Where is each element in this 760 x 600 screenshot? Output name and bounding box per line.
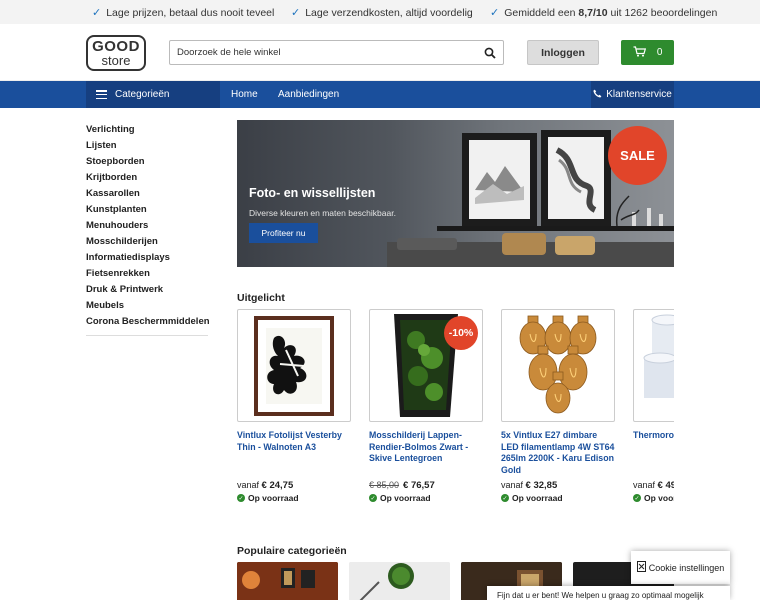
nav-offers[interactable]: Aanbiedingen <box>278 89 339 100</box>
search-input[interactable] <box>170 41 477 64</box>
sale-badge: SALE <box>608 126 667 185</box>
product-card[interactable]: Thermorol 50 rl/ds vanaf € 49, ✓Op voorr… <box>633 309 674 503</box>
usp-item: ✓ Lage verzendkosten, altijd voordelig <box>291 6 473 20</box>
product-card[interactable]: 5x Vintlux E27 dimbare LED filamentlamp … <box>501 309 615 503</box>
sidebar-item-kassarollen[interactable]: Kassarollen <box>86 188 208 204</box>
cookie-settings-button[interactable]: Cookie instellingen <box>631 551 730 584</box>
product-price: vanaf € 49, <box>633 480 674 491</box>
search-icon[interactable] <box>477 41 503 64</box>
cart-count: 0 <box>656 47 663 58</box>
sidebar-item-corona[interactable]: Corona Beschermmiddelen <box>86 316 210 332</box>
product-image[interactable] <box>237 309 351 422</box>
product-image[interactable] <box>633 309 674 422</box>
usp-bar: ✓ Lage prijzen, betaal dus nooit teveel … <box>0 0 760 24</box>
stock-status: ✓Op voorraad <box>633 493 674 503</box>
product-card[interactable]: Vintlux Fotolijst Vesterby Thin - Walnot… <box>237 309 351 503</box>
featured-title: Uitgelicht <box>237 292 285 304</box>
featured-products: Vintlux Fotolijst Vesterby Thin - Walnot… <box>237 309 674 509</box>
main-nav: Categorieën Home Aanbiedingen Klantenser… <box>0 81 760 108</box>
cart-icon <box>633 45 646 60</box>
product-name[interactable]: Thermorol 50 rl/ds <box>633 430 674 476</box>
hero-banner[interactable]: SALE Foto- en wissellijsten Diverse kleu… <box>237 120 674 267</box>
product-price: vanaf € 32,85 <box>501 480 558 491</box>
check-icon: ✓ <box>92 7 102 19</box>
product-name[interactable]: 5x Vintlux E27 dimbare LED filamentlamp … <box>501 430 615 476</box>
check-icon: ✓ <box>291 7 301 19</box>
stock-status: ✓Op voorraad <box>369 493 431 503</box>
nav-home[interactable]: Home <box>231 89 258 100</box>
logo[interactable]: GOOD store <box>86 35 146 71</box>
cookie-icon <box>636 561 646 574</box>
cookie-banner: Fijn dat u er bent! We helpen u graag zo… <box>487 586 730 600</box>
in-stock-icon: ✓ <box>369 494 377 502</box>
product-price: € 85,00 € 76,57 <box>369 480 435 491</box>
header: GOOD store Inloggen 0 <box>0 24 760 81</box>
sidebar-item-druk-printwerk[interactable]: Druk & Printwerk <box>86 284 208 300</box>
sidebar-item-fietsenrekken[interactable]: Fietsenrekken <box>86 268 208 284</box>
phone-icon <box>593 89 602 101</box>
product-name[interactable]: Vintlux Fotolijst Vesterby Thin - Walnot… <box>237 430 351 476</box>
usp-item: ✓ Lage prijzen, betaal dus nooit teveel <box>92 6 275 20</box>
hamburger-icon <box>96 90 107 99</box>
sidebar-item-stoepborden[interactable]: Stoepborden <box>86 156 208 172</box>
old-price: € 85,00 <box>369 480 400 490</box>
sidebar-item-mosschilderijen[interactable]: Mosschilderijen <box>86 236 208 252</box>
search-box <box>169 40 504 65</box>
check-icon: ✓ <box>490 7 500 19</box>
hero-subtitle: Diverse kleuren en maten beschikbaar. <box>249 208 396 218</box>
product-price: vanaf € 24,75 <box>237 480 294 491</box>
in-stock-icon: ✓ <box>501 494 509 502</box>
category-tile[interactable] <box>237 562 338 600</box>
cart-button[interactable]: 0 <box>621 40 674 65</box>
sidebar-divider <box>86 335 208 336</box>
product-image[interactable] <box>501 309 615 422</box>
usp-rating[interactable]: ✓ Gemiddeld een 8,7/10 uit 1262 beoordel… <box>490 6 717 20</box>
sidebar-item-informatiedisplays[interactable]: Informatiedisplays <box>86 252 208 268</box>
sidebar-item-krijtborden[interactable]: Krijtborden <box>86 172 208 188</box>
product-name[interactable]: Mosschilderij Lappen-Rendier-Bolmos Zwar… <box>369 430 483 476</box>
product-image[interactable]: -10% <box>369 309 483 422</box>
product-card[interactable]: -10% Mosschilderij Lappen-Rendier-Bolmos… <box>369 309 483 503</box>
sidebar-item-kunstplanten[interactable]: Kunstplanten <box>86 204 208 220</box>
sidebar-item-menuhouders[interactable]: Menuhouders <box>86 220 208 236</box>
categories-menu-button[interactable]: Categorieën <box>86 81 220 108</box>
customer-service-button[interactable]: Klantenservice <box>591 81 674 108</box>
hero-cta-button[interactable]: Profiteer nu <box>249 223 318 243</box>
category-tile[interactable] <box>349 562 450 600</box>
sidebar-item-lijsten[interactable]: Lijsten <box>86 140 208 156</box>
hero-title: Foto- en wissellijsten <box>249 186 376 200</box>
sidebar-item-verlichting[interactable]: Verlichting <box>86 124 208 140</box>
stock-status: ✓Op voorraad <box>501 493 563 503</box>
category-sidebar: Verlichting Lijsten Stoepborden Krijtbor… <box>86 124 210 336</box>
login-button[interactable]: Inloggen <box>527 40 599 65</box>
popular-categories-title: Populaire categorieën <box>237 545 347 557</box>
sidebar-item-meubels[interactable]: Meubels <box>86 300 208 316</box>
in-stock-icon: ✓ <box>237 494 245 502</box>
stock-status: ✓Op voorraad <box>237 493 299 503</box>
in-stock-icon: ✓ <box>633 494 641 502</box>
discount-badge: -10% <box>444 316 478 350</box>
